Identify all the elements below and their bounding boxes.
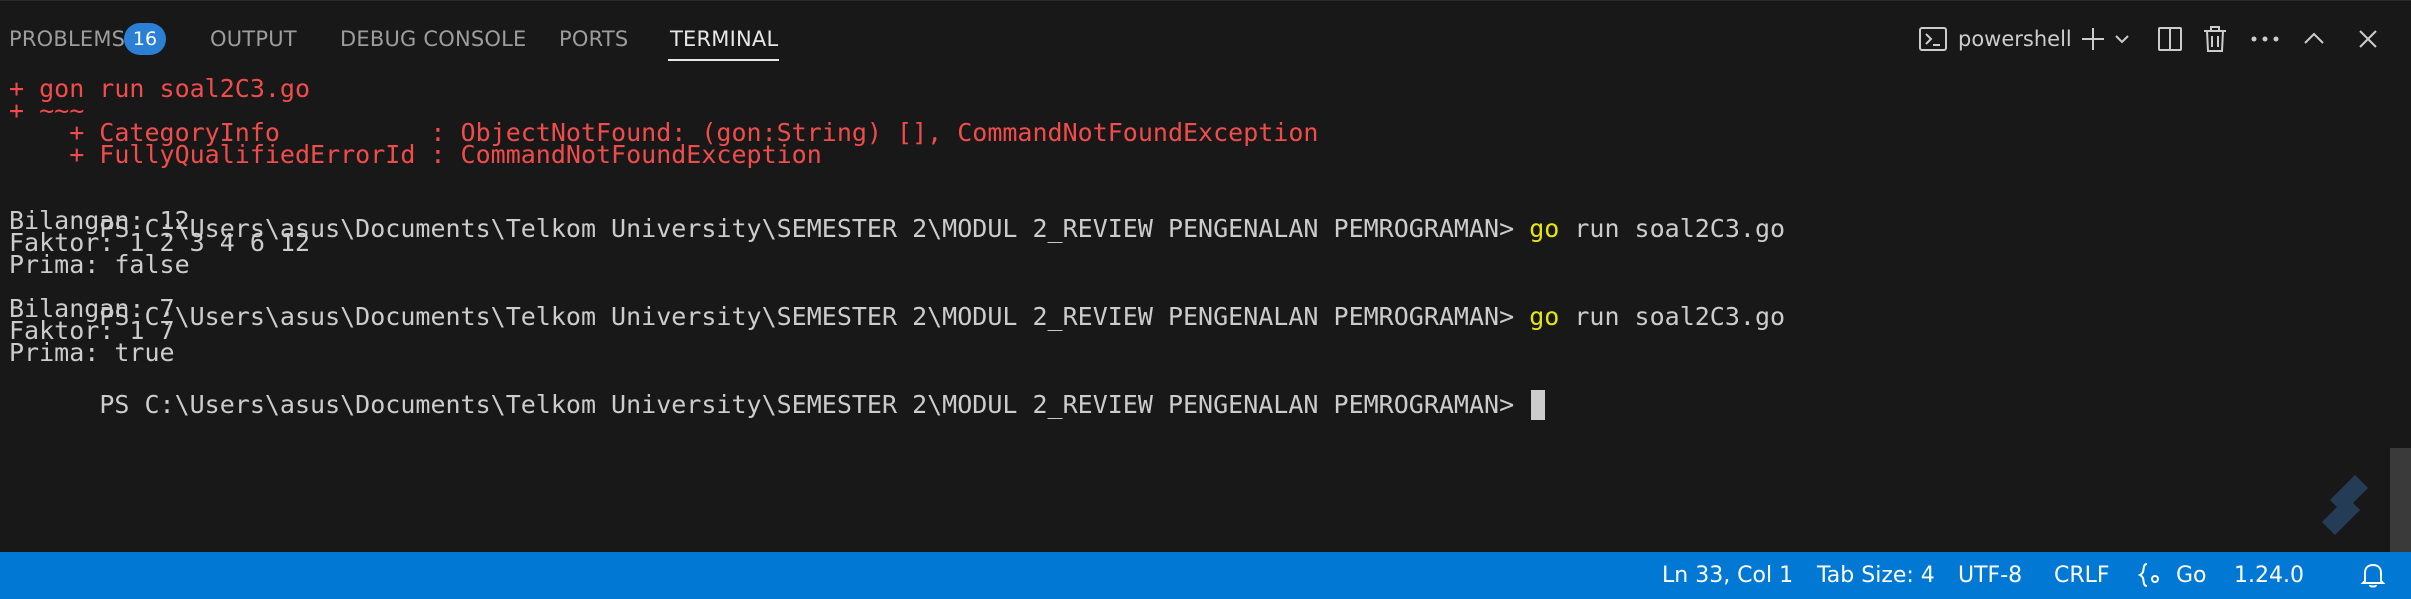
vscode-panel: PROBLEMS 16 OUTPUT DEBUG CONSOLE PORTS T… xyxy=(0,0,2411,599)
terminal-cursor xyxy=(1531,390,1546,420)
close-icon[interactable] xyxy=(2354,21,2382,57)
more-icon[interactable] xyxy=(2248,21,2282,57)
braces-icon[interactable] xyxy=(2137,561,2164,595)
tab-terminal[interactable]: TERMINAL xyxy=(670,27,778,51)
status-cursor-position[interactable]: Ln 33, Col 1 xyxy=(1662,563,1793,588)
status-go-version[interactable]: 1.24.0 xyxy=(2234,563,2304,588)
logo-watermark-icon xyxy=(2300,460,2390,550)
prompt-text: PS C:\Users\asus\Documents\Telkom Univer… xyxy=(99,214,1530,243)
status-eol[interactable]: CRLF xyxy=(2054,563,2110,588)
chevron-down-icon[interactable] xyxy=(2110,21,2134,57)
command-args: run soal2C3.go xyxy=(1559,214,1786,243)
terminal-output[interactable]: + gon run soal2C3.go + ~~~ + CategoryInf… xyxy=(0,74,2411,552)
status-tab-size[interactable]: Tab Size: 4 xyxy=(1817,563,1935,588)
problems-count-badge: 16 xyxy=(124,23,166,55)
bell-icon[interactable] xyxy=(2360,561,2386,595)
shell-name[interactable]: powershell xyxy=(1958,27,2072,51)
scrollbar-thumb[interactable] xyxy=(2390,448,2411,552)
prompt-text: PS C:\Users\asus\Documents\Telkom Univer… xyxy=(99,302,1530,331)
status-language[interactable]: Go xyxy=(2176,563,2207,588)
active-tab-indicator xyxy=(668,59,779,61)
tab-problems[interactable]: PROBLEMS xyxy=(9,27,125,51)
status-bar: Ln 33, Col 1 Tab Size: 4 UTF-8 CRLF Go 1… xyxy=(0,552,2411,599)
terminal-line: + FullyQualifiedErrorId : CommandNotFoun… xyxy=(9,140,822,169)
status-encoding[interactable]: UTF-8 xyxy=(1958,563,2022,588)
command-name: go xyxy=(1529,214,1560,243)
trash-icon[interactable] xyxy=(2200,21,2230,57)
command-args: run soal2C3.go xyxy=(1559,302,1786,331)
chevron-up-icon[interactable] xyxy=(2300,21,2328,57)
plus-icon[interactable] xyxy=(2078,21,2108,57)
terminal-prompt-line: PS C:\Users\asus\Documents\Telkom Univer… xyxy=(9,272,1785,362)
panel-tabbar: PROBLEMS 16 OUTPUT DEBUG CONSOLE PORTS T… xyxy=(0,0,2411,74)
split-icon[interactable] xyxy=(2155,21,2185,57)
tab-ports[interactable]: PORTS xyxy=(559,27,628,51)
tab-output[interactable]: OUTPUT xyxy=(210,27,297,51)
tab-debug-console[interactable]: DEBUG CONSOLE xyxy=(340,27,527,51)
terminal-icon[interactable] xyxy=(1916,21,1950,57)
command-name: go xyxy=(1529,302,1560,331)
prompt-text: PS C:\Users\asus\Documents\Telkom Univer… xyxy=(99,390,1530,419)
terminal-prompt-line[interactable]: PS C:\Users\asus\Documents\Telkom Univer… xyxy=(9,360,1546,450)
